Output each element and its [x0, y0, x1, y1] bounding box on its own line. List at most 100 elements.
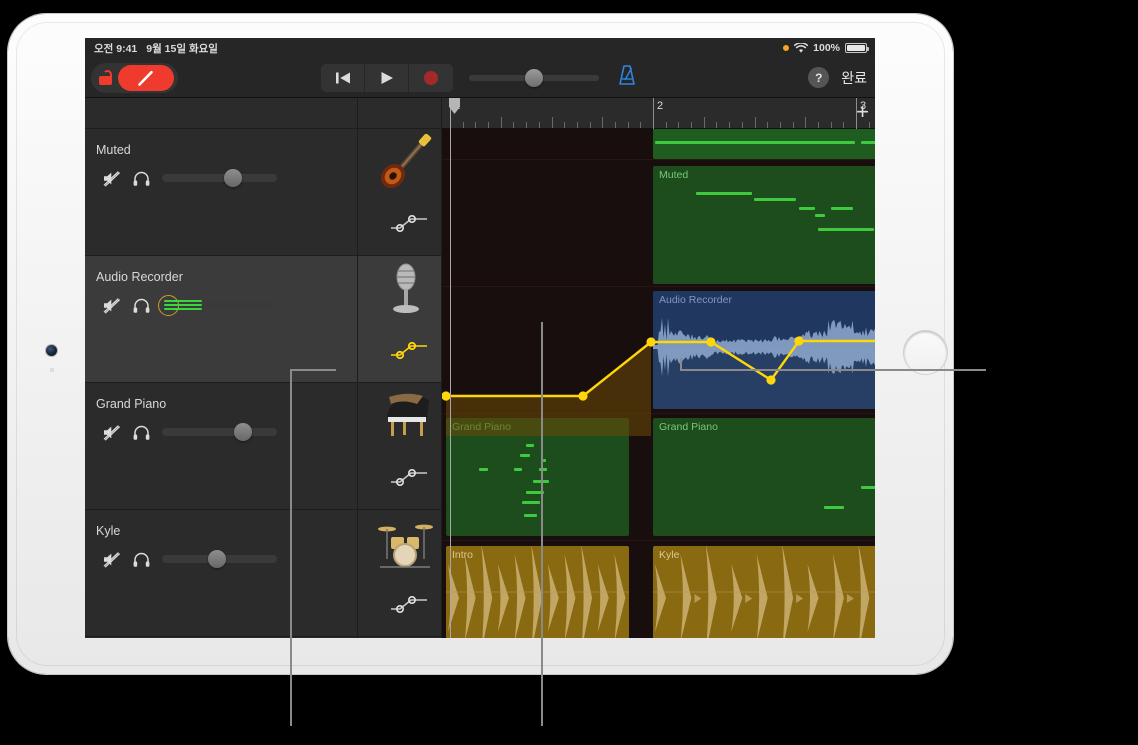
record-icon [422, 69, 440, 87]
headphones-icon[interactable] [126, 294, 156, 316]
status-time: 오전 9:41 [94, 41, 137, 56]
bar-number: 2 [657, 100, 663, 112]
mute-icon[interactable] [96, 548, 126, 570]
instrument-slot-audio-recorder[interactable] [358, 256, 441, 383]
mute-icon[interactable] [96, 167, 126, 189]
automation-curve-icon[interactable] [389, 213, 429, 233]
headphones-icon[interactable] [126, 421, 156, 443]
instrument-top-strip [358, 98, 441, 129]
automation-button-callout-line [290, 371, 292, 726]
track-volume-slider[interactable] [162, 174, 277, 182]
headphones-icon[interactable] [126, 167, 156, 189]
master-volume-slider[interactable] [469, 75, 599, 81]
region-grand-piano-2[interactable]: Grand Piano [653, 418, 875, 536]
region-label: Grand Piano [659, 421, 718, 433]
mute-icon[interactable] [96, 421, 126, 443]
region-muted[interactable]: Muted [653, 166, 875, 284]
mute-icon[interactable] [96, 294, 126, 316]
master-volume-knob[interactable] [525, 69, 543, 87]
automation-curve-icon[interactable] [389, 340, 429, 360]
metronome-icon [615, 63, 639, 87]
automation-curve-callout-line [541, 322, 543, 726]
timeline-ruler[interactable]: 1 2 3 + [442, 98, 875, 129]
headphones-icon[interactable] [126, 548, 156, 570]
timeline-lanes: Muted Audio Recorder Grand Piano Grand P… [442, 129, 875, 638]
track-volume-knob[interactable] [208, 550, 226, 568]
track-name-label: Audio Recorder [96, 270, 183, 284]
ambient-light-sensor-icon [50, 368, 54, 372]
instrument-slot-kyle[interactable] [358, 510, 441, 637]
pencil-icon [134, 66, 158, 90]
track-name-label: Kyle [96, 524, 120, 538]
status-bar: 오전 9:41 9월 15일 화요일 100% [85, 38, 875, 58]
done-button[interactable]: 완료 [841, 68, 867, 88]
track-volume-knob[interactable] [234, 423, 252, 441]
track-name-label: Muted [96, 143, 131, 157]
track-header-muted[interactable]: Muted [85, 129, 357, 256]
lane-kyle[interactable]: Intro Kyle [442, 541, 875, 638]
instrument-slot-muted[interactable] [358, 129, 441, 256]
playhead[interactable] [450, 98, 451, 638]
lane-audio-recorder[interactable]: Audio Recorder [442, 287, 875, 414]
track-volume-slider[interactable] [162, 428, 277, 436]
automation-curve-icon[interactable] [389, 594, 429, 614]
instrument-icons-column [357, 98, 441, 638]
automation-point-callout-connector [680, 358, 682, 370]
track-volume-slider[interactable] [162, 555, 277, 563]
front-camera-icon [46, 345, 57, 356]
track-header-grand-piano[interactable]: Grand Piano [85, 383, 357, 510]
microphone-icon [377, 261, 435, 317]
track-volume-slider[interactable] [162, 301, 277, 309]
region-kyle[interactable]: Kyle [653, 546, 875, 638]
battery-icon [845, 43, 867, 53]
timeline-area[interactable]: 1 2 3 + [442, 98, 875, 638]
play-button[interactable] [365, 64, 409, 92]
main-toolbar: ? 완료 [85, 58, 875, 98]
metronome-button[interactable] [615, 63, 639, 92]
rewind-button[interactable] [321, 64, 365, 92]
instrument-slot-grand-piano[interactable] [358, 383, 441, 510]
region-label: Muted [659, 169, 688, 181]
track-header-kyle[interactable]: Kyle [85, 510, 357, 637]
region-label: Grand Piano [452, 421, 511, 433]
add-track-button[interactable]: + [856, 103, 869, 121]
rewind-to-start-icon [334, 70, 352, 86]
home-button[interactable] [904, 331, 947, 374]
transport-controls [321, 63, 639, 92]
region-intro[interactable]: Intro [446, 546, 629, 638]
help-button[interactable]: ? [808, 67, 829, 88]
track-volume-knob[interactable] [224, 169, 242, 187]
edit-pencil-button[interactable] [118, 65, 174, 91]
record-button[interactable] [409, 64, 453, 92]
status-date: 9월 15일 화요일 [146, 41, 218, 56]
drummer-hits [653, 546, 875, 638]
region-audio-recorder[interactable]: Audio Recorder [653, 291, 875, 409]
drum-kit-icon [377, 515, 435, 571]
drummer-hits [446, 546, 629, 638]
header-top-strip [85, 98, 357, 129]
workspace: Muted Audio Recorder Grand Piano Kyle 2 … [85, 98, 875, 638]
audio-waveform [653, 291, 875, 409]
lane-muted[interactable]: Muted [442, 160, 875, 287]
screenshot-root: 오전 9:41 9월 15일 화요일 100% ? 완료 Muted Audio… [0, 0, 1138, 745]
automation-point-callout-line [680, 369, 986, 371]
edit-mode-group [91, 63, 178, 93]
unlocked-padlock-icon[interactable] [99, 70, 112, 85]
battery-percent-label: 100% [813, 42, 840, 54]
grand-piano-icon [377, 388, 435, 444]
lane-grand-piano[interactable]: Grand Piano Grand Piano [442, 414, 875, 541]
play-icon [378, 70, 396, 86]
automation-curve-icon[interactable] [389, 467, 429, 487]
bass-guitar-icon [377, 134, 435, 190]
automation-level-bars-icon [164, 300, 202, 310]
wifi-icon [794, 43, 808, 54]
track-headers-column: Muted Audio Recorder Grand Piano Kyle [85, 98, 357, 638]
lane-partial-top[interactable] [442, 129, 875, 160]
ipad-screen: 오전 9:41 9월 15일 화요일 100% ? 완료 Muted Audio… [85, 38, 875, 638]
recording-indicator-icon [783, 45, 789, 51]
region-partial-top[interactable] [653, 129, 875, 159]
track-name-label: Grand Piano [96, 397, 166, 411]
region-grand-piano-1[interactable]: Grand Piano [446, 418, 629, 536]
track-header-audio-recorder[interactable]: Audio Recorder [85, 256, 357, 383]
automation-button-callout-connector [290, 369, 336, 371]
